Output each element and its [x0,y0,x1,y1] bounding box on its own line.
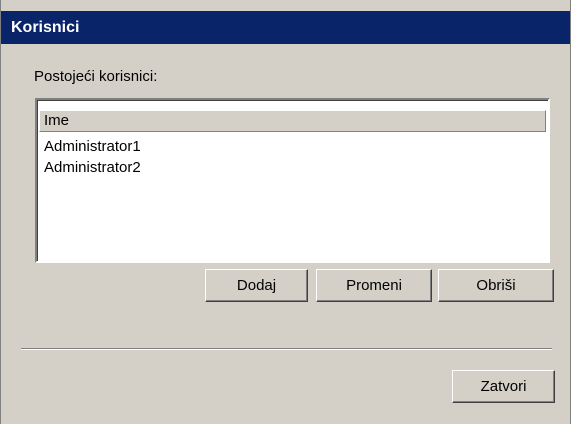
users-dialog: Korisnici Postojeći korisnici: Ime Admin… [0,0,571,424]
column-header-name[interactable]: Ime [39,110,546,132]
close-button[interactable]: Zatvori [452,370,555,403]
separator [21,348,552,350]
edit-button[interactable]: Promeni [316,269,432,302]
users-listbox[interactable]: Ime Administrator1 Administrator2 [35,98,550,263]
delete-button[interactable]: Obriši [438,269,554,302]
dialog-title: Korisnici [1,11,570,44]
existing-users-label: Postojeći korisnici: [34,68,158,85]
list-item[interactable]: Administrator1 [44,136,141,157]
add-button[interactable]: Dodaj [205,269,308,302]
list-item[interactable]: Administrator2 [44,157,141,178]
users-list-items: Administrator1 Administrator2 [44,136,141,178]
